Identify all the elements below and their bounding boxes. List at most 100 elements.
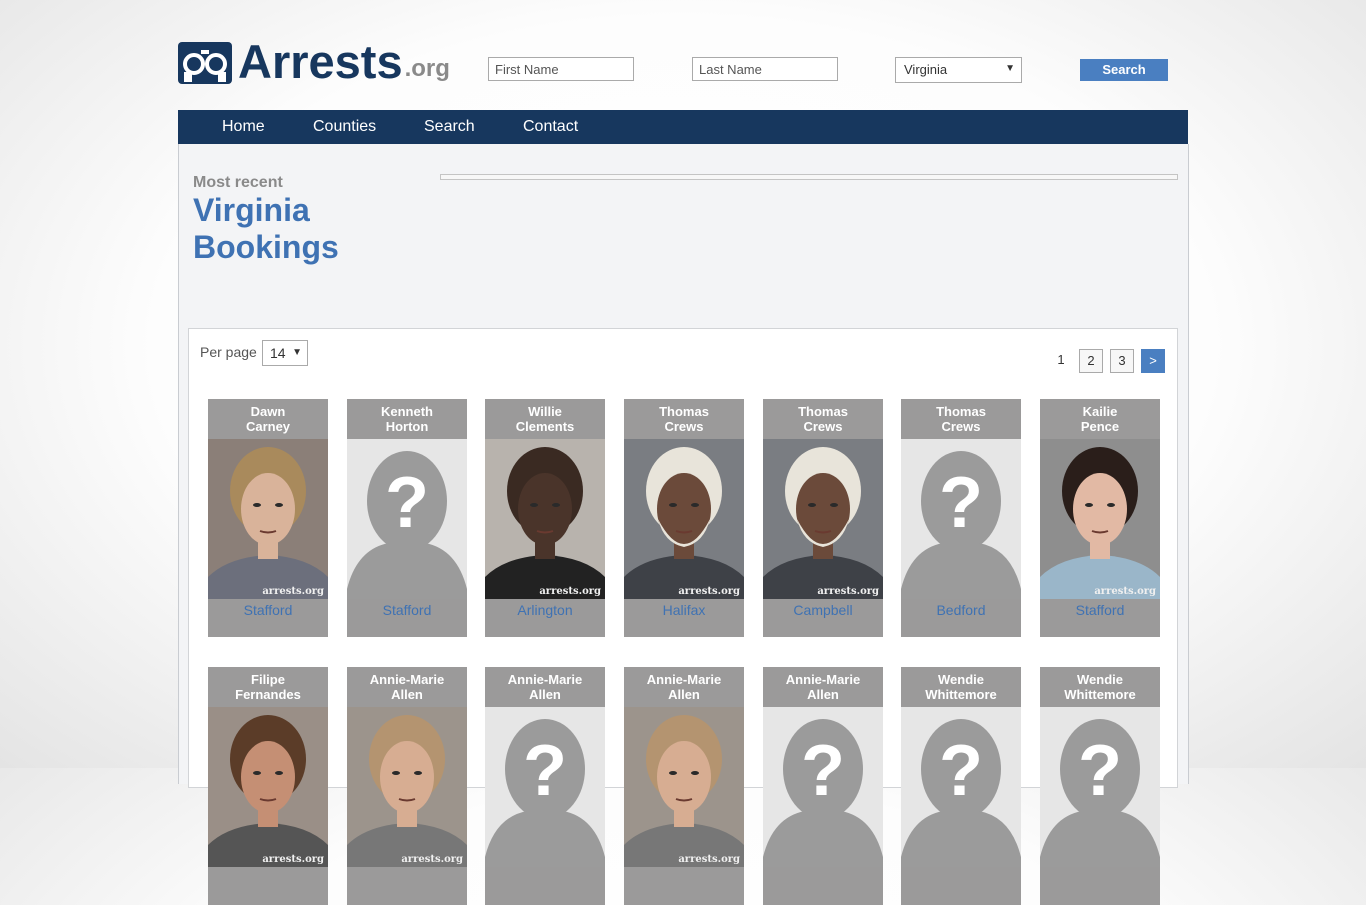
booking-county-link[interactable]: Arlington <box>485 602 605 618</box>
svg-text:?: ? <box>1078 731 1122 811</box>
nav-item-home[interactable]: Home <box>222 110 265 144</box>
booking-county-link[interactable]: Stafford <box>347 602 467 618</box>
mugshot-photo[interactable]: arrests.org <box>485 439 605 599</box>
svg-text:?: ? <box>939 731 983 811</box>
per-page-select[interactable]: 14 ▼ <box>262 340 308 366</box>
booking-card[interactable]: Willie Clements arrests.org Arlington <box>485 399 605 637</box>
booking-last-name: Allen <box>529 687 561 702</box>
booking-county-link[interactable]: Stafford <box>1040 602 1160 618</box>
booking-card[interactable]: Annie-Marie Allen? <box>485 667 605 905</box>
mugshot-photo[interactable]: arrests.org <box>763 439 883 599</box>
booking-first-name: Wendie <box>1077 672 1123 687</box>
svg-text:?: ? <box>801 731 845 811</box>
chevron-down-icon: ▼ <box>292 347 302 358</box>
svg-text:arrests.org: arrests.org <box>678 586 740 597</box>
logo-text: Arrests <box>238 35 403 88</box>
booking-last-name: Horton <box>385 419 429 434</box>
placeholder-avatar-icon[interactable]: ? <box>901 707 1021 867</box>
booking-card[interactable]: Dawn Carney arrests.org Stafford <box>208 399 328 637</box>
mugshot-photo[interactable]: arrests.org <box>208 439 328 599</box>
booking-name[interactable]: Wendie Whittemore <box>1040 672 1160 702</box>
mugshot-photo[interactable]: arrests.org <box>347 707 467 867</box>
first-name-input[interactable] <box>488 57 634 81</box>
page-3-link[interactable]: 3 <box>1110 349 1134 373</box>
nav-item-search[interactable]: Search <box>424 110 475 144</box>
site-header: Arrests .org Virginia ▼ Search <box>178 30 1188 90</box>
placeholder-avatar-icon[interactable]: ? <box>763 707 883 867</box>
per-page-label: Per page <box>200 344 257 360</box>
booking-name[interactable]: Annie-Marie Allen <box>763 672 883 702</box>
booking-card[interactable]: Kailie Pence arrests.org Stafford <box>1040 399 1160 637</box>
mugshot-photo[interactable]: arrests.org <box>208 707 328 867</box>
booking-card[interactable]: Wendie Whittemore? <box>901 667 1021 905</box>
last-name-input[interactable] <box>692 57 838 81</box>
booking-first-name: Kailie <box>1082 404 1118 419</box>
svg-text:arrests.org: arrests.org <box>262 854 324 865</box>
booking-name[interactable]: Kenneth Horton <box>347 404 467 434</box>
state-select[interactable]: Virginia ▼ <box>895 57 1022 83</box>
booking-card[interactable]: Kenneth Horton? Stafford <box>347 399 467 637</box>
svg-text:arrests.org: arrests.org <box>678 854 740 865</box>
handcuffs-logo-icon <box>178 42 232 84</box>
search-button[interactable]: Search <box>1080 59 1168 81</box>
placeholder-avatar-icon[interactable]: ? <box>901 439 1021 599</box>
booking-name[interactable]: Annie-Marie Allen <box>624 672 744 702</box>
page-2-link[interactable]: 2 <box>1079 349 1103 373</box>
per-page-value: 14 <box>270 345 286 361</box>
booking-last-name: Allen <box>807 687 839 702</box>
page-title: Virginia Bookings <box>193 192 433 266</box>
nav-item-counties[interactable]: Counties <box>313 110 376 144</box>
booking-name[interactable]: Annie-Marie Allen <box>347 672 467 702</box>
booking-name[interactable]: Kailie Pence <box>1040 404 1160 434</box>
booking-last-name: Allen <box>391 687 423 702</box>
mugshot-photo[interactable]: arrests.org <box>624 707 744 867</box>
booking-name[interactable]: Thomas Crews <box>901 404 1021 434</box>
booking-name[interactable]: Dawn Carney <box>208 404 328 434</box>
booking-last-name: Crews <box>664 419 704 434</box>
booking-last-name: Clements <box>515 419 575 434</box>
nav-item-contact[interactable]: Contact <box>523 110 578 144</box>
booking-first-name: Willie <box>528 404 562 419</box>
placeholder-avatar-icon[interactable]: ? <box>347 439 467 599</box>
next-page-button[interactable]: > <box>1141 349 1165 373</box>
booking-name[interactable]: Wendie Whittemore <box>901 672 1021 702</box>
booking-card[interactable]: Annie-Marie Allen arrests.org <box>347 667 467 905</box>
booking-card[interactable]: Thomas Crews arrests.org Halifax <box>624 399 744 637</box>
placeholder-avatar-icon[interactable]: ? <box>485 707 605 867</box>
booking-name[interactable]: Thomas Crews <box>624 404 744 434</box>
booking-first-name: Annie-Marie <box>507 672 583 687</box>
booking-first-name: Thomas <box>798 404 848 419</box>
mugshot-photo[interactable]: arrests.org <box>624 439 744 599</box>
booking-county-link[interactable]: Bedford <box>901 602 1021 618</box>
booking-name[interactable]: Filipe Fernandes <box>208 672 328 702</box>
state-select-value: Virginia <box>904 62 948 77</box>
booking-card[interactable]: Annie-Marie Allen arrests.org <box>624 667 744 905</box>
chevron-down-icon: ▼ <box>1005 63 1015 74</box>
booking-county-link[interactable]: Stafford <box>208 602 328 618</box>
svg-text:arrests.org: arrests.org <box>539 586 601 597</box>
booking-name[interactable]: Thomas Crews <box>763 404 883 434</box>
booking-card[interactable]: Wendie Whittemore? <box>1040 667 1160 905</box>
page-title-line2: Bookings <box>193 229 339 265</box>
booking-name[interactable]: Annie-Marie Allen <box>485 672 605 702</box>
booking-card[interactable]: Annie-Marie Allen? <box>763 667 883 905</box>
booking-first-name: Annie-Marie <box>369 672 445 687</box>
page-1-current: 1 <box>1057 352 1065 367</box>
booking-first-name: Filipe <box>251 672 285 687</box>
booking-county-link[interactable]: Halifax <box>624 602 744 618</box>
booking-card[interactable]: Thomas Crews arrests.org Campbell <box>763 399 883 637</box>
svg-text:arrests.org: arrests.org <box>817 586 879 597</box>
booking-county-link[interactable]: Campbell <box>763 602 883 618</box>
placeholder-avatar-icon[interactable]: ? <box>1040 707 1160 867</box>
site-logo[interactable]: Arrests .org <box>178 35 450 88</box>
booking-card[interactable]: Thomas Crews? Bedford <box>901 399 1021 637</box>
booking-first-name: Dawn <box>250 404 286 419</box>
booking-name[interactable]: Willie Clements <box>485 404 605 434</box>
booking-card[interactable]: Filipe Fernandes arrests.org <box>208 667 328 905</box>
booking-first-name: Annie-Marie <box>785 672 861 687</box>
svg-text:arrests.org: arrests.org <box>262 586 324 597</box>
svg-text:arrests.org: arrests.org <box>1094 586 1156 597</box>
booking-last-name: Carney <box>245 419 291 434</box>
mugshot-photo[interactable]: arrests.org <box>1040 439 1160 599</box>
svg-text:arrests.org: arrests.org <box>401 854 463 865</box>
